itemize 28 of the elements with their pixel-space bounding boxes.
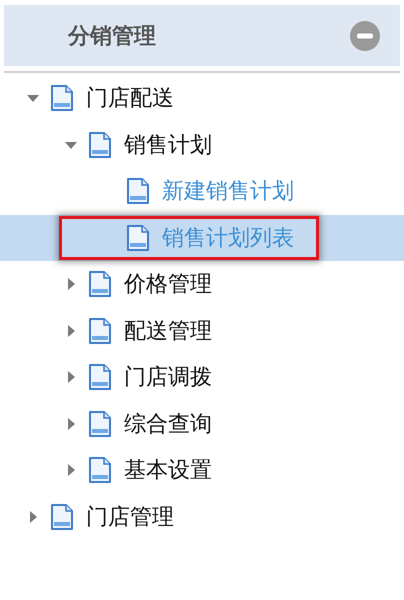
document-icon — [50, 502, 74, 531]
tree-row[interactable]: 基本设置 — [0, 447, 404, 494]
tree-row[interactable]: 配送管理 — [0, 308, 404, 354]
tree-label[interactable]: 综合查询 — [124, 408, 212, 439]
document-icon — [88, 456, 112, 484]
tree-row[interactable]: 价格管理 — [0, 261, 404, 308]
tree-label[interactable]: 门店调拨 — [124, 362, 212, 392]
tree-label[interactable]: 价格管理 — [124, 269, 212, 300]
panel-title: 分销管理 — [68, 22, 156, 50]
document-icon — [50, 84, 74, 112]
tree-row[interactable]: 门店管理 — [0, 494, 404, 540]
document-icon — [88, 130, 112, 159]
document-icon — [88, 363, 112, 392]
document-icon — [126, 224, 150, 252]
tree-label[interactable]: 门店配送 — [86, 83, 174, 114]
document-icon — [88, 270, 112, 298]
document-icon — [126, 177, 150, 206]
collapse-icon[interactable] — [350, 20, 380, 50]
tree-row[interactable]: 门店配送 — [0, 75, 404, 122]
tree-row[interactable]: 销售计划 — [0, 122, 404, 168]
tree-label[interactable]: 配送管理 — [124, 316, 212, 346]
tree-label[interactable]: 基本设置 — [124, 455, 212, 486]
document-icon — [88, 410, 112, 438]
tree-row[interactable]: 门店调拨 — [0, 354, 404, 400]
document-icon — [88, 316, 112, 345]
tree-label[interactable]: 销售计划 — [124, 130, 212, 160]
tree-label[interactable]: 门店管理 — [86, 502, 174, 532]
tree-row[interactable]: 综合查询 — [0, 400, 404, 447]
